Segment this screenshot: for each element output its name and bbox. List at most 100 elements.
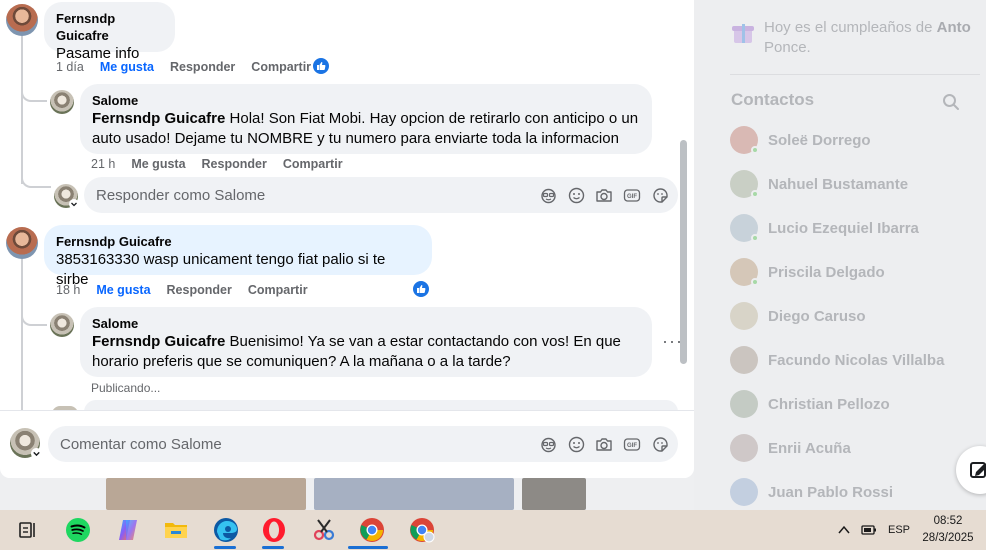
contact-name: Lucio Ezequiel Ibarra — [768, 219, 919, 237]
comment-time[interactable]: 18 h — [56, 283, 80, 297]
comment-actions: 1 día Me gusta Responder Compartir — [56, 60, 311, 74]
avatar-sticker-icon[interactable] — [538, 434, 558, 454]
comment-time[interactable]: 1 día — [56, 60, 84, 74]
publishing-status: Publicando... — [91, 381, 161, 395]
reply-text: Fernsndp Guicafre Hola! Son Fiat Mobi. H… — [92, 110, 639, 147]
chevron-down-icon[interactable] — [31, 448, 42, 459]
scrollbar[interactable] — [680, 140, 687, 364]
chrome-icon[interactable] — [358, 516, 386, 544]
reply-author[interactable]: Salome — [92, 315, 640, 332]
online-status-dot — [751, 234, 759, 242]
chevron-down-icon[interactable] — [69, 199, 79, 209]
reply-input[interactable] — [84, 186, 538, 204]
share-button[interactable]: Compartir — [248, 283, 308, 297]
snipping-tool-icon[interactable] — [310, 516, 338, 544]
contact-item[interactable]: Diego Caruso — [730, 296, 980, 336]
camera-icon[interactable] — [594, 434, 614, 454]
contact-avatar — [730, 170, 759, 198]
comment-author[interactable]: Fernsndp Guicafre — [56, 233, 420, 250]
contact-avatar — [730, 478, 758, 506]
contact-item[interactable]: Soleë Dorrego — [730, 120, 980, 160]
opera-icon[interactable] — [260, 516, 288, 544]
language-indicator[interactable]: ESP — [888, 524, 910, 536]
compose-icon — [970, 462, 986, 478]
reply-author[interactable]: Salome — [92, 92, 640, 109]
contact-item[interactable]: Nahuel Bustamante — [730, 164, 980, 204]
like-button[interactable]: Me gusta — [100, 60, 154, 74]
contact-name: Facundo Nicolas Villalba — [768, 351, 945, 369]
contacts-title: Contactos — [731, 90, 815, 109]
emoji-icon[interactable] — [566, 434, 586, 454]
share-button[interactable]: Compartir — [251, 60, 311, 74]
contact-item[interactable]: Juan Pablo Rossi — [730, 472, 980, 512]
contact-name: Priscila Delgado — [768, 263, 885, 281]
mention-link[interactable]: Fernsndp Guicafre — [92, 110, 225, 127]
comments-panel: Fernsndp Guicafre Pasame info 1 día Me g… — [0, 0, 694, 478]
active-app-indicator — [214, 546, 236, 549]
svg-text:GIF: GIF — [627, 194, 637, 200]
contact-name: Nahuel Bustamante — [768, 175, 909, 193]
contact-item[interactable]: Enrii Acuña — [730, 428, 980, 468]
reply-input-box: GIF — [84, 177, 678, 213]
thread-line — [21, 259, 23, 410]
spotify-icon[interactable] — [64, 516, 92, 544]
share-button[interactable]: Compartir — [283, 157, 343, 171]
active-app-indicator — [262, 546, 284, 549]
avatar-sticker-icon[interactable] — [538, 185, 558, 205]
reply-button[interactable]: Responder — [202, 157, 267, 171]
avatar[interactable] — [50, 90, 74, 114]
contact-item[interactable]: Priscila Delgado — [730, 252, 980, 292]
battery-icon[interactable] — [861, 523, 877, 537]
contact-item[interactable]: Lucio Ezequiel Ibarra — [730, 208, 980, 248]
contact-item[interactable]: Facundo Nicolas Villalba — [730, 340, 980, 380]
avatar[interactable] — [6, 4, 38, 36]
contact-avatar — [730, 214, 759, 242]
new-message-button[interactable] — [956, 446, 986, 494]
comment-author[interactable]: Fernsndp Guicafre — [56, 10, 163, 44]
comment-bubble: Fernsndp Guicafre 3853163330 wasp unicam… — [44, 225, 432, 288]
contact-item[interactable]: Christian Pellozo — [730, 384, 980, 424]
copilot-icon[interactable] — [114, 516, 142, 544]
gif-icon[interactable]: GIF — [622, 434, 642, 454]
emoji-icon[interactable] — [566, 185, 586, 205]
comment-bubble: Fernsndp Guicafre Pasame info — [44, 2, 175, 62]
gif-icon[interactable]: GIF — [622, 185, 642, 205]
like-reaction-icon[interactable] — [412, 280, 430, 298]
chrome-profile-icon[interactable] — [408, 516, 436, 544]
chevron-up-icon[interactable] — [838, 525, 850, 535]
contact-avatar — [730, 126, 759, 154]
reply-button[interactable]: Responder — [167, 283, 232, 297]
contact-avatar — [730, 346, 758, 374]
camera-icon[interactable] — [594, 185, 614, 205]
thread-connector — [21, 300, 47, 326]
comment-input[interactable] — [48, 435, 538, 453]
edge-icon[interactable] — [212, 516, 240, 544]
task-view-icon[interactable] — [14, 516, 42, 544]
like-reaction-icon[interactable] — [312, 57, 330, 75]
avatar[interactable] — [6, 227, 38, 259]
like-button[interactable]: Me gusta — [96, 283, 150, 297]
contact-name: Juan Pablo Rossi — [768, 483, 894, 501]
svg-text:GIF: GIF — [627, 443, 637, 449]
comment-input-box: GIF — [48, 426, 678, 462]
birthday-notice[interactable]: Hoy es el cumpleaños de Anto Ponce. — [732, 18, 982, 58]
search-icon[interactable] — [942, 93, 960, 111]
mention-link[interactable]: Fernsndp Guicafre — [92, 333, 225, 350]
sticker-icon[interactable] — [650, 185, 670, 205]
avatar[interactable] — [50, 313, 74, 337]
contact-name: Enrii Acuña — [768, 439, 851, 457]
file-explorer-icon[interactable] — [162, 516, 190, 544]
contact-avatar — [730, 258, 759, 286]
reply-button[interactable]: Responder — [170, 60, 235, 74]
sticker-icon[interactable] — [650, 434, 670, 454]
like-button[interactable]: Me gusta — [131, 157, 185, 171]
clock[interactable]: 08:52 28/3/2025 — [910, 513, 986, 547]
reply-time[interactable]: 21 h — [91, 157, 115, 171]
gift-icon — [732, 21, 754, 43]
taskbar: ESP 08:52 28/3/2025 — [0, 510, 986, 550]
input-tools: GIF — [538, 434, 678, 454]
reply-bubble: Salome Fernsndp Guicafre Hola! Son Fiat … — [80, 84, 652, 154]
background-photos — [106, 478, 594, 510]
comment-thread: Fernsndp Guicafre Pasame info 1 día Me g… — [0, 0, 694, 410]
photo-thumbnail — [522, 478, 586, 510]
